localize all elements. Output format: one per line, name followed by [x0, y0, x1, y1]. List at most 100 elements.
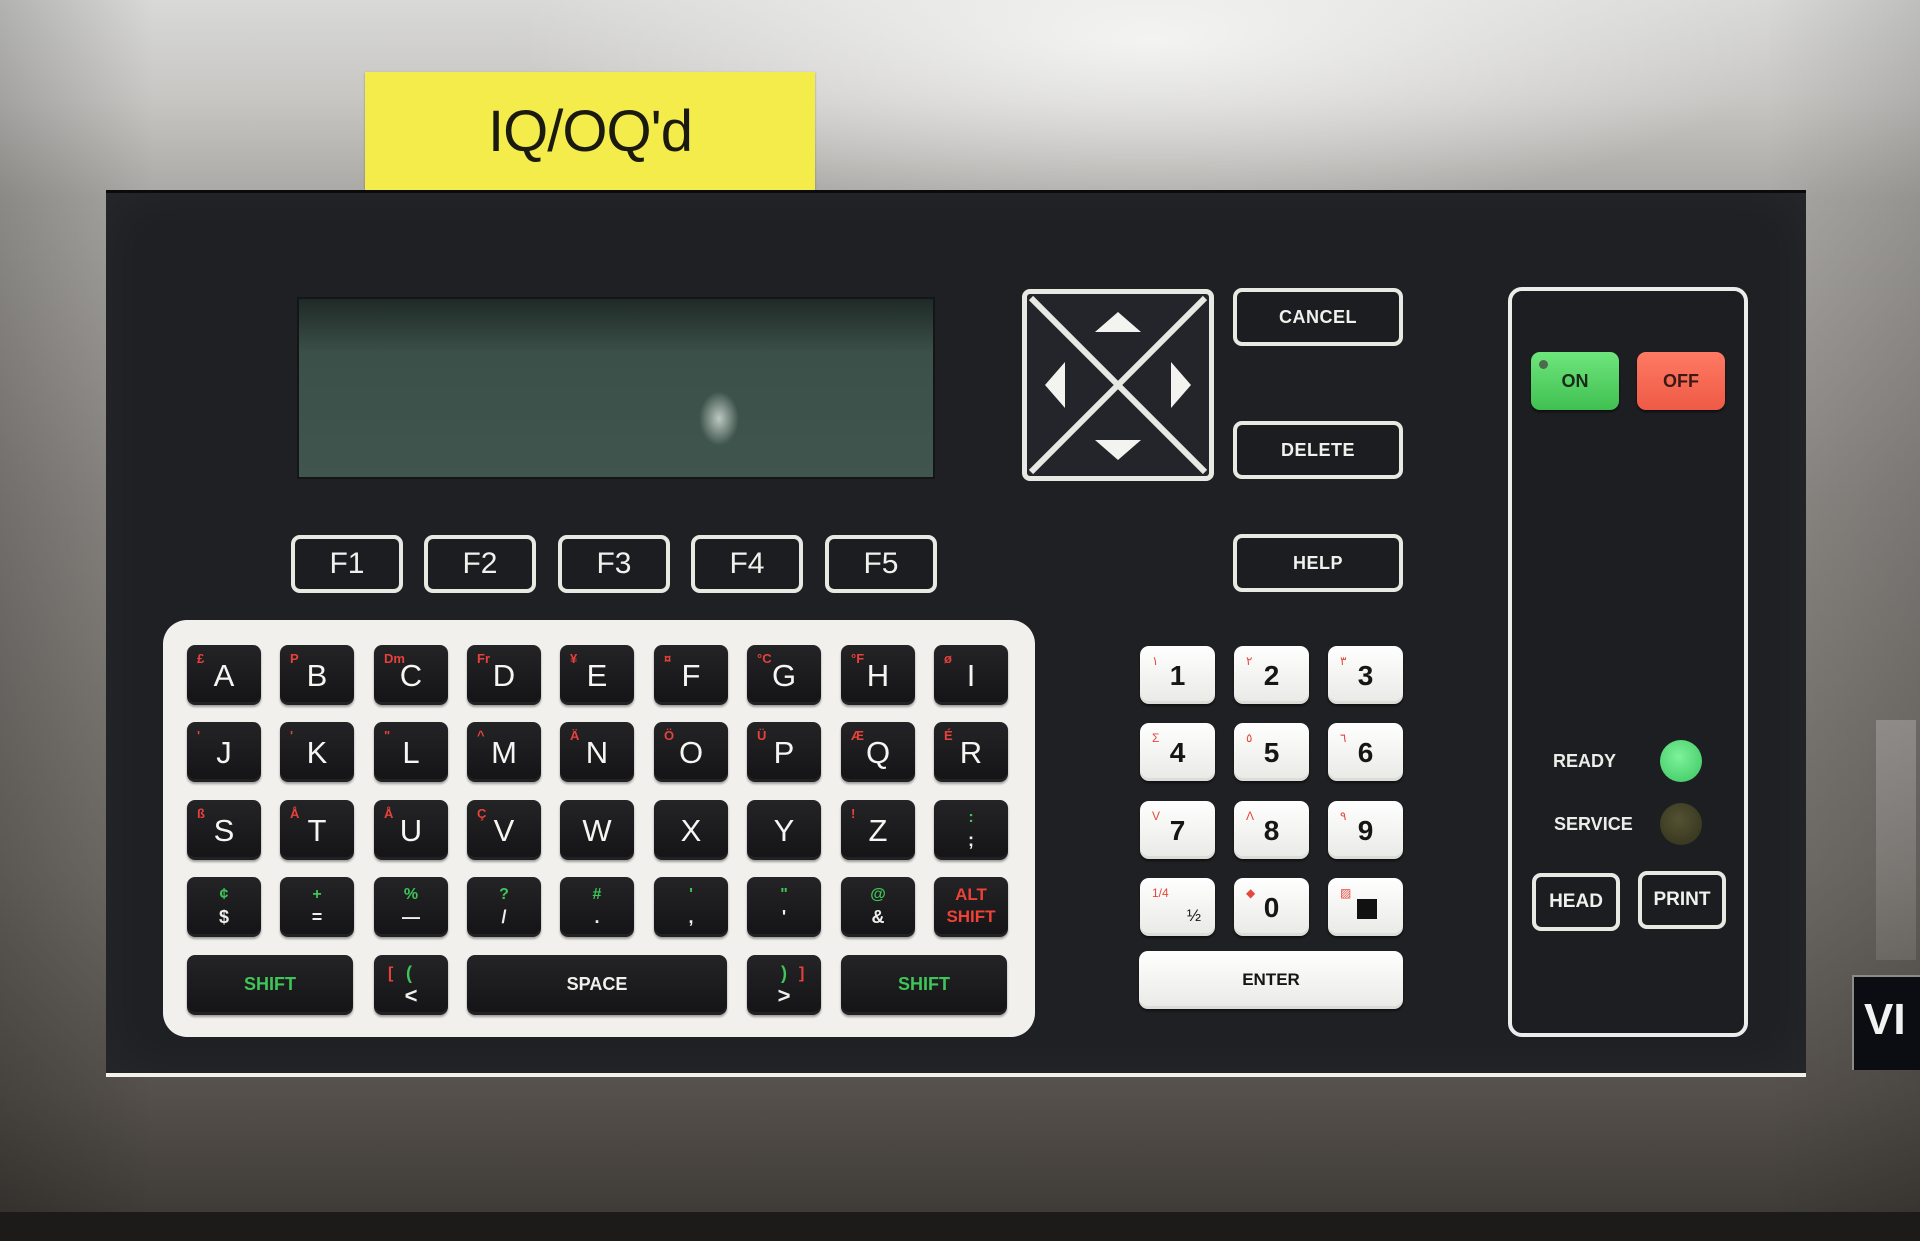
- arrow-left-button[interactable]: [1032, 334, 1087, 436]
- key-char: F: [681, 658, 701, 693]
- key-q[interactable]: ÆQ: [841, 722, 915, 782]
- key-j[interactable]: ' J: [187, 722, 261, 782]
- print-button[interactable]: PRINT: [1638, 871, 1726, 929]
- key-g[interactable]: °C G: [747, 645, 821, 705]
- key-char: &: [871, 907, 885, 927]
- key-m[interactable]: ^ M: [467, 722, 541, 782]
- key-p[interactable]: ÜP: [747, 722, 821, 782]
- key-f[interactable]: ¤ F: [654, 645, 728, 705]
- key-char: U: [399, 813, 423, 848]
- key-alt-char: [: [388, 965, 394, 982]
- shift-right-key[interactable]: SHIFT: [841, 955, 1007, 1015]
- ready-led-icon: [1660, 740, 1702, 782]
- key-3[interactable]: ٣3: [1328, 646, 1403, 704]
- key-1[interactable]: ١1: [1140, 646, 1215, 704]
- key-char: T: [307, 813, 327, 848]
- on-button[interactable]: ON: [1531, 352, 1619, 410]
- key-w[interactable]: W: [560, 800, 634, 860]
- shift-left-key[interactable]: SHIFT: [187, 955, 353, 1015]
- square-icon: [1357, 899, 1377, 919]
- head-button[interactable]: HEAD: [1532, 873, 1620, 931]
- key-char: 2: [1263, 660, 1280, 691]
- key-less-than[interactable]: [(<: [374, 955, 448, 1015]
- key-symbol-1[interactable]: + =: [280, 877, 354, 937]
- key-symbol-6[interactable]: " ': [747, 877, 821, 937]
- ready-label: READY: [1553, 751, 1617, 771]
- key-2[interactable]: ٢2: [1234, 646, 1309, 704]
- key-char: I: [966, 658, 976, 693]
- key-char: X: [680, 813, 702, 848]
- key-k[interactable]: ' K: [280, 722, 354, 782]
- key-6[interactable]: ٦6: [1328, 723, 1403, 781]
- off-button[interactable]: OFF: [1637, 352, 1725, 410]
- key-alt-char: ]: [799, 965, 805, 982]
- key-a[interactable]: £ A: [187, 645, 261, 705]
- help-button[interactable]: HELP: [1233, 534, 1403, 592]
- key-8[interactable]: Λ8: [1234, 801, 1309, 859]
- key-shift-char: ¢: [219, 886, 229, 903]
- worn-label-residue: [1876, 720, 1916, 960]
- key-stop[interactable]: ▨: [1328, 878, 1403, 936]
- key-symbol-3[interactable]: ? /: [467, 877, 541, 937]
- key-l[interactable]: " L: [374, 722, 448, 782]
- key-symbol-0[interactable]: ¢ $: [187, 877, 261, 937]
- key-char: $: [218, 907, 229, 927]
- space-label: SPACE: [566, 974, 628, 994]
- key-u[interactable]: ÅU: [374, 800, 448, 860]
- key-symbol-7[interactable]: @ &: [841, 877, 915, 937]
- space-key[interactable]: SPACE: [467, 955, 727, 1015]
- key-7[interactable]: V7: [1140, 801, 1215, 859]
- f5-key[interactable]: F5: [825, 535, 937, 593]
- cancel-button[interactable]: CANCEL: [1233, 288, 1403, 346]
- brand-plate: VI: [1852, 975, 1920, 1070]
- key-char: 0: [1263, 892, 1280, 923]
- key-symbol-5[interactable]: ',: [654, 877, 728, 937]
- key-h[interactable]: °F H: [841, 645, 915, 705]
- alt-shift-line2: SHIFT: [946, 907, 996, 926]
- key-4[interactable]: Σ4: [1140, 723, 1215, 781]
- key-char: Q: [865, 735, 891, 770]
- key-s[interactable]: ßS: [187, 800, 261, 860]
- key-z[interactable]: ! Z: [841, 800, 915, 860]
- key-char: =: [311, 907, 323, 927]
- arrow-right-button[interactable]: [1149, 334, 1204, 436]
- f1-key[interactable]: F1: [291, 535, 403, 593]
- enter-key[interactable]: ENTER: [1139, 951, 1403, 1009]
- key-r[interactable]: ÉR: [934, 722, 1008, 782]
- key-greater-than[interactable]: )] >: [747, 955, 821, 1015]
- key-char: D: [492, 658, 516, 693]
- key-alt-char: 1/4: [1152, 886, 1169, 900]
- key-t[interactable]: ÅT: [280, 800, 354, 860]
- lcd-display: [297, 297, 935, 479]
- key-b[interactable]: PB: [280, 645, 354, 705]
- key-symbol-4[interactable]: #.: [560, 877, 634, 937]
- key-o[interactable]: ÖO: [654, 722, 728, 782]
- key-char: ½: [1186, 906, 1201, 925]
- key-0[interactable]: ◆ 0: [1234, 878, 1309, 936]
- shift-label: SHIFT: [898, 974, 950, 994]
- key-char: 4: [1169, 737, 1186, 768]
- key-shift-char: ?: [499, 886, 509, 903]
- key-c[interactable]: Dm C: [374, 645, 448, 705]
- delete-button[interactable]: DELETE: [1233, 421, 1403, 479]
- f3-key[interactable]: F3: [558, 535, 670, 593]
- key-5[interactable]: ٥5: [1234, 723, 1309, 781]
- key-n[interactable]: ÄN: [560, 722, 634, 782]
- key-symbol-2[interactable]: % —: [374, 877, 448, 937]
- on-indicator-dot: [1539, 360, 1548, 369]
- key-d[interactable]: Fr D: [467, 645, 541, 705]
- f2-key[interactable]: F2: [424, 535, 536, 593]
- alt-shift-key[interactable]: ALT SHIFT: [934, 877, 1008, 937]
- key-i[interactable]: øI: [934, 645, 1008, 705]
- key-shift-char: :: [968, 809, 974, 826]
- key-9[interactable]: ٩9: [1328, 801, 1403, 859]
- lcd-glare: [699, 391, 739, 446]
- key-semicolon[interactable]: :;: [934, 800, 1008, 860]
- key-x[interactable]: X: [654, 800, 728, 860]
- key-y[interactable]: Y: [747, 800, 821, 860]
- key-char: .: [594, 907, 600, 927]
- f4-key[interactable]: F4: [691, 535, 803, 593]
- key-e[interactable]: ¥ E: [560, 645, 634, 705]
- key-v[interactable]: ÇV: [467, 800, 541, 860]
- key-half[interactable]: 1/4 ½: [1140, 878, 1215, 936]
